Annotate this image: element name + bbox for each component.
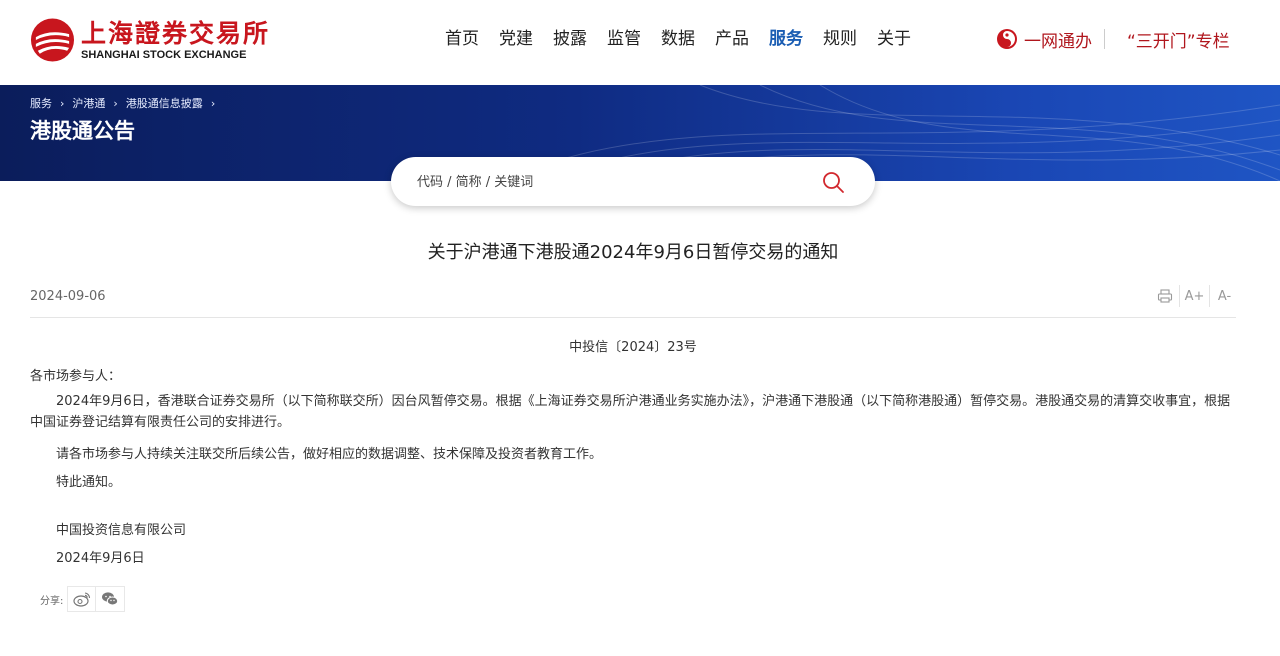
salutation: 各市场参与人：: [30, 369, 122, 384]
nav-item-party[interactable]: 党建: [499, 26, 533, 52]
sse-logo-icon: [30, 18, 75, 62]
chevron-right-icon: ›: [60, 96, 65, 110]
logo-name-cn: 上海證券交易所: [80, 18, 270, 48]
share-label: 分享:: [40, 595, 64, 607]
quick-links-divider: [1104, 29, 1105, 49]
signature-date: 2024年9月6日: [56, 551, 145, 566]
search-icon[interactable]: [821, 170, 845, 194]
logo-text: 上海證券交易所 SHANGHAI STOCK EXCHANGE: [81, 19, 270, 62]
article-title: 关于沪港通下港股通2024年9月6日暂停交易的通知: [427, 242, 839, 263]
article-paragraph-3: 特此通知。: [56, 475, 122, 490]
three-open-column-link[interactable]: “三开门”专栏: [1127, 27, 1230, 52]
one-network-link[interactable]: 一网通办: [1024, 27, 1092, 52]
article-tools: A+ A-: [1150, 284, 1239, 308]
printer-icon: [1157, 289, 1172, 303]
breadcrumb-services[interactable]: 服务: [30, 95, 52, 111]
page-title: 港股通公告: [30, 119, 135, 143]
article-date: 2024-09-06: [30, 289, 106, 304]
nav-item-data[interactable]: 数据: [661, 26, 695, 52]
share-weibo-button[interactable]: [67, 586, 97, 612]
nav-item-supervision[interactable]: 监管: [607, 26, 641, 52]
article-paragraph-2: 请各市场参与人持续关注联交所后续公告，做好相应的数据调整、技术保障及投资者教育工…: [56, 447, 603, 462]
nav-item-rules[interactable]: 规则: [823, 26, 857, 52]
wechat-icon: [102, 592, 119, 606]
signature-org: 中国投资信息有限公司: [56, 523, 187, 538]
one-network-logo-icon: [997, 29, 1017, 49]
search-input[interactable]: [417, 169, 797, 195]
chevron-right-icon: ›: [210, 96, 216, 110]
article-divider: [30, 317, 1236, 318]
sse-logo[interactable]: 上海證券交易所 SHANGHAI STOCK EXCHANGE: [30, 16, 270, 64]
share-bar: 分享:: [40, 586, 126, 612]
share-wechat-button[interactable]: [96, 586, 126, 612]
breadcrumb-shanghai-hk-connect[interactable]: 沪港通: [72, 95, 105, 111]
breadcrumb-hk-connect-disclosure[interactable]: 港股通信息披露: [126, 95, 203, 111]
site-header: 上海證券交易所 SHANGHAI STOCK EXCHANGE 首页 党建 披露…: [0, 0, 1280, 85]
nav-item-disclosure[interactable]: 披露: [553, 26, 587, 52]
nav-item-about[interactable]: 关于: [877, 26, 911, 52]
search-box: [391, 157, 875, 206]
main-nav: 首页 党建 披露 监管 数据 产品 服务 规则 关于: [445, 26, 931, 52]
logo-name-en: SHANGHAI STOCK EXCHANGE: [80, 48, 247, 61]
nav-item-products[interactable]: 产品: [715, 26, 749, 52]
font-larger-button[interactable]: A+: [1180, 284, 1209, 308]
breadcrumb: 服务 › 沪港通 › 港股通信息披露 ›: [30, 95, 223, 111]
chevron-right-icon: ›: [113, 96, 118, 110]
nav-item-home[interactable]: 首页: [445, 26, 479, 52]
quick-links: 一网通办 “三开门”专栏: [996, 26, 1230, 52]
print-button[interactable]: [1150, 284, 1179, 308]
document-number: 中投信〔2024〕23号: [569, 340, 697, 355]
article-paragraph-1: 2024年9月6日，香港联合证券交易所（以下简称联交所）因台风暂停交易。根据《上…: [30, 394, 1231, 430]
font-smaller-button[interactable]: A-: [1210, 284, 1239, 308]
nav-item-services[interactable]: 服务: [769, 26, 803, 52]
weibo-icon: [73, 592, 90, 607]
